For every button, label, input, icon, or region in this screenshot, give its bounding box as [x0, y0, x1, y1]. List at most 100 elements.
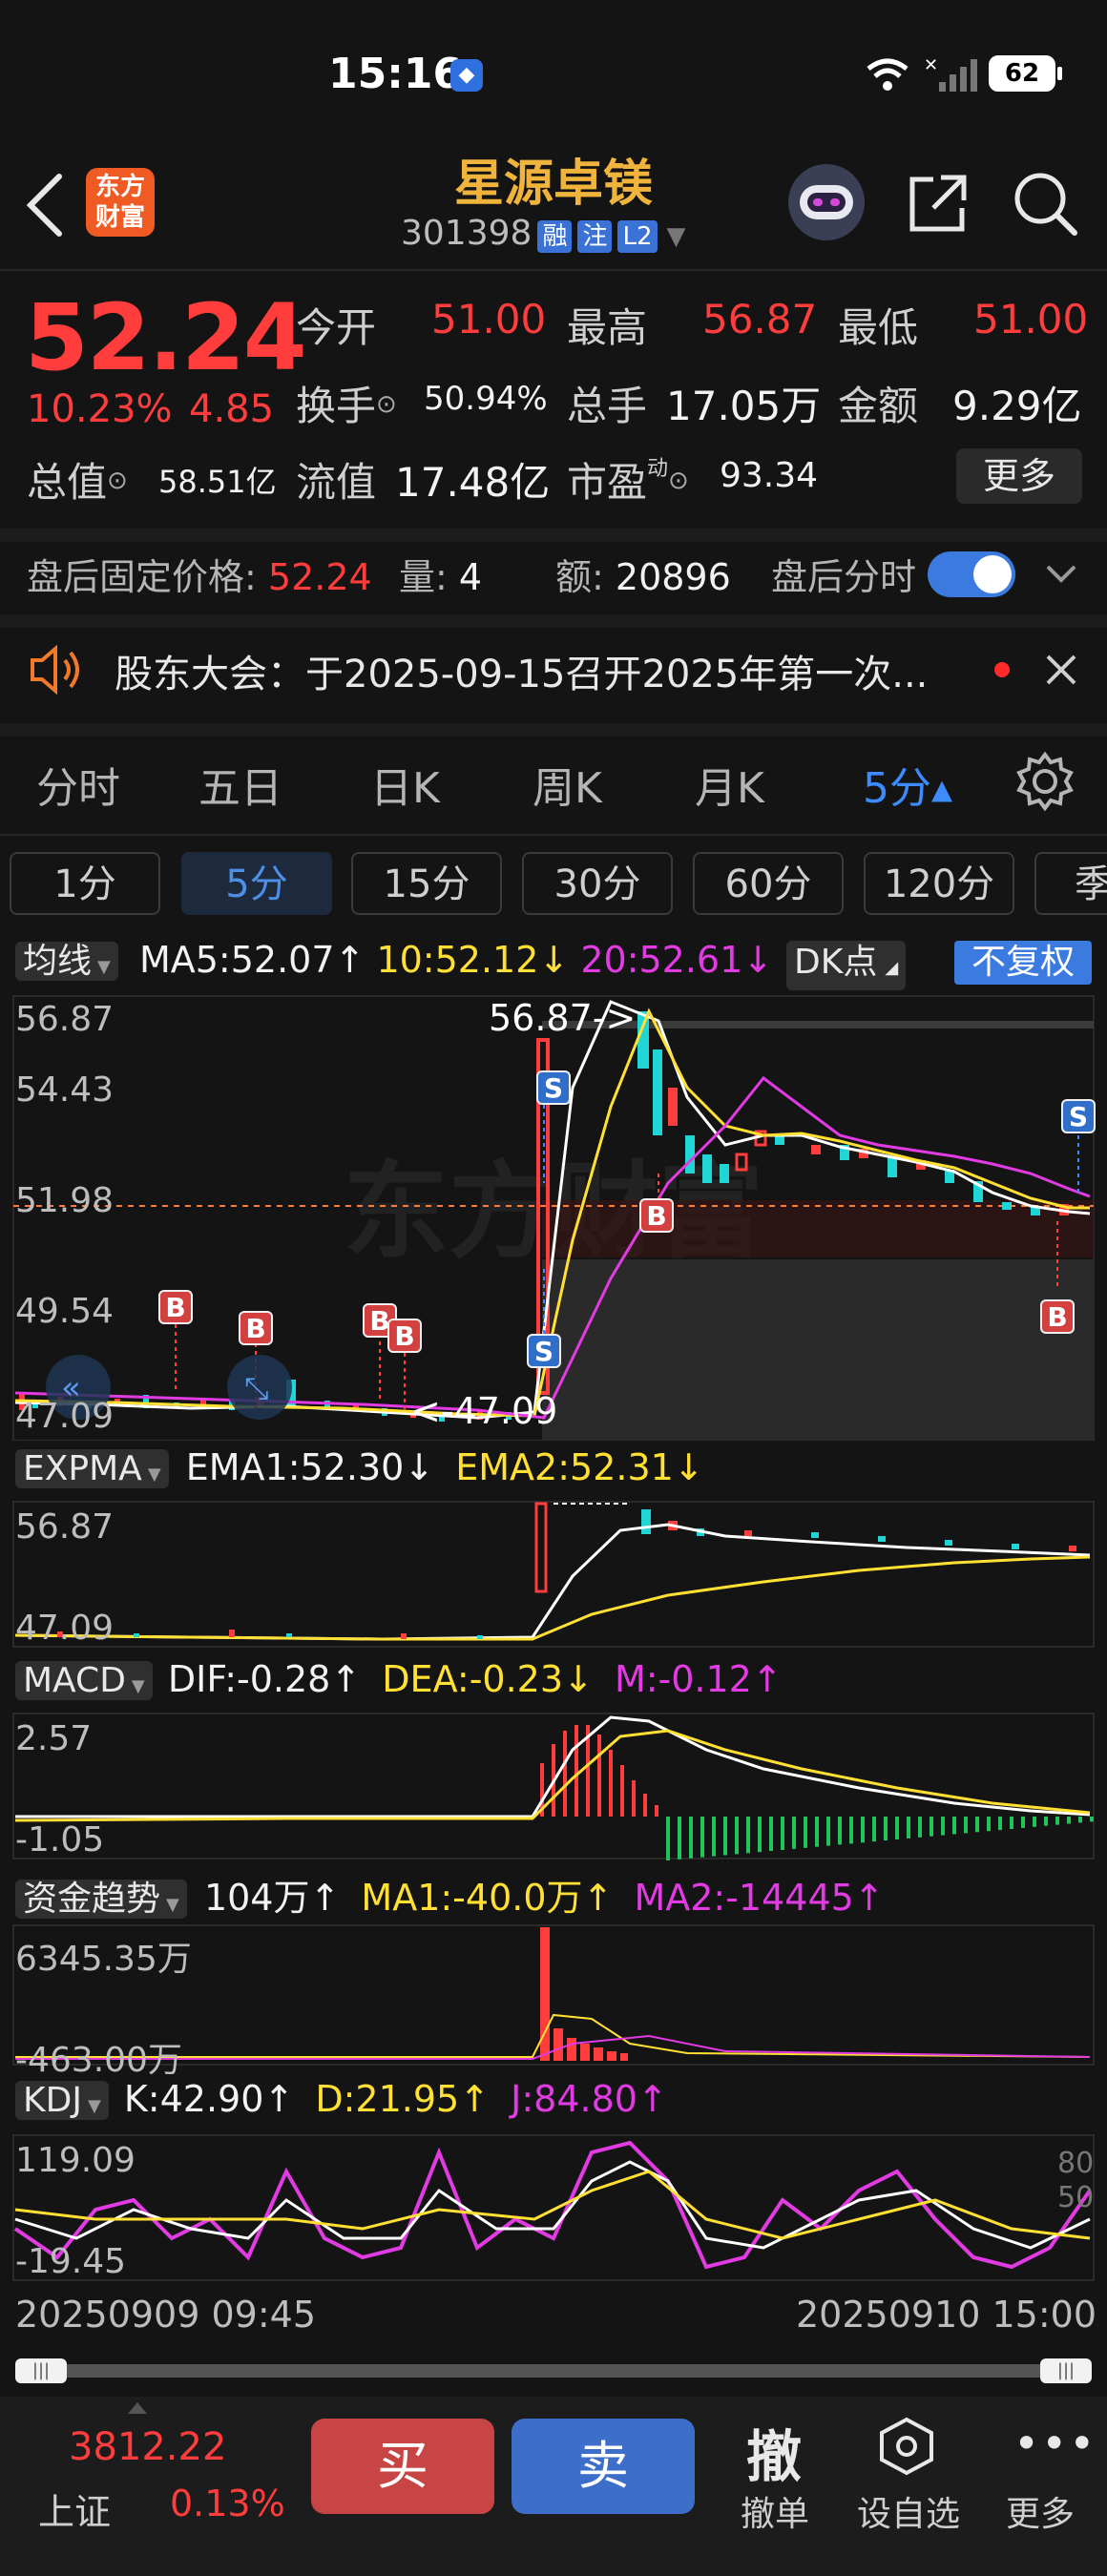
period-30min[interactable]: 30分: [522, 852, 673, 915]
main-candlestick-chart[interactable]: 东方财富: [0, 992, 1107, 1441]
wifi-icon: [867, 58, 909, 91]
dk-label: DK点: [794, 943, 878, 982]
high-label: 最高: [567, 304, 648, 351]
range-handle-right[interactable]: |||: [1040, 2358, 1092, 2383]
amount-label: 金额: [838, 383, 919, 429]
expma-indicator-bar: EXPMA ▼ EMA1:52.30↓ EMA2:52.31↓: [15, 1446, 704, 1497]
close-icon[interactable]: [1042, 651, 1080, 689]
expand-icon: ⤡: [244, 1370, 269, 1406]
mktcap-value: 58.51亿: [158, 464, 277, 500]
stock-code-row[interactable]: 301398 融注 L2 ▼: [401, 214, 686, 253]
status-bar: 15:16 ◆ ✕ 62: [0, 0, 1107, 143]
buy-marker[interactable]: B: [1040, 1299, 1075, 1334]
after-hours-price-label: 盘后固定价格:: [27, 556, 257, 598]
tab-weekly-k[interactable]: 周K: [533, 754, 602, 815]
sell-marker[interactable]: S: [536, 1070, 571, 1105]
chevron-down-icon[interactable]: [1042, 559, 1080, 588]
dk-point-selector[interactable]: DK点 ◢: [786, 941, 907, 990]
expma-selector[interactable]: EXPMA ▼: [15, 1449, 169, 1488]
mktcap-label: 总值⊙: [27, 450, 128, 509]
caret-icon: ▼: [131, 1676, 145, 1696]
add-watchlist-button[interactable]: 设自选: [857, 2486, 960, 2536]
period-1min[interactable]: 1分: [10, 852, 160, 915]
fund-ma1-value: MA1:-40.0万↑: [361, 1877, 614, 1919]
speaker-icon: [31, 644, 79, 696]
after-hours-volume: 量: 4: [399, 548, 482, 600]
high-value: 56.87: [702, 296, 818, 343]
tab-timeshare[interactable]: 分时: [36, 754, 120, 815]
range-scrollbar[interactable]: [15, 2364, 1090, 2378]
macd-indicator-bar: MACD ▼ DIF:-0.28↑ DEA:-0.23↓ M:-0.12↑: [15, 1658, 783, 1709]
fund-selector[interactable]: 资金趋势 ▼: [15, 1880, 187, 1919]
d-value: D:21.95↑: [315, 2078, 491, 2120]
robot-assistant-icon[interactable]: [788, 164, 865, 240]
tab-five-min[interactable]: 5分▴: [863, 754, 952, 815]
after-hours-row: 盘后固定价格: 52.24: [27, 548, 372, 600]
period-15min[interactable]: 15分: [351, 852, 502, 915]
buy-button[interactable]: 买: [311, 2419, 494, 2514]
period-60min[interactable]: 60分: [693, 852, 844, 915]
buy-marker[interactable]: B: [387, 1319, 422, 1353]
after-hours-amt-label: 额:: [555, 556, 604, 598]
open-value: 51.00: [431, 296, 547, 343]
period-5min[interactable]: 5分: [181, 852, 332, 915]
range-handle-left[interactable]: |||: [15, 2358, 67, 2383]
kdj-chart: [12, 2134, 1095, 2281]
stock-code: 301398: [401, 214, 533, 253]
notice-text[interactable]: 股东大会：于2025-09-15召开2025年第一次...: [115, 643, 928, 698]
fund-value: 104万↑: [203, 1877, 341, 1919]
expma-axis-tick: 47.09: [15, 1609, 115, 1648]
sell-marker[interactable]: S: [1061, 1099, 1096, 1133]
main-axis-tick: 54.43: [15, 1070, 115, 1110]
kdj-axis-tick: 119.09: [15, 2141, 136, 2180]
high-annotation: 56.87->: [489, 997, 636, 1039]
caret-icon: ▼: [166, 1895, 179, 1915]
notice-divider: [0, 723, 1107, 737]
bottom-more-button[interactable]: 更多: [1006, 2486, 1075, 2536]
buy-marker[interactable]: B: [239, 1311, 273, 1345]
fund-ma2-value: MA2:-14445↑: [634, 1877, 885, 1919]
sell-button[interactable]: 卖: [512, 2419, 695, 2514]
gear-icon[interactable]: [1013, 750, 1076, 813]
change-percent: 10.23%: [27, 387, 173, 431]
buy-marker[interactable]: B: [639, 1198, 674, 1233]
after-hours-vol: 4: [458, 556, 483, 598]
kdj-right-tick: 80: [1057, 2147, 1095, 2180]
ma20-value: 20:52.61↓: [580, 939, 774, 981]
index-value[interactable]: 3812.22: [69, 2425, 226, 2469]
tag-l2: L2: [617, 220, 658, 253]
watchlist-icon: [880, 2417, 933, 2476]
tab-five-day[interactable]: 五日: [198, 754, 282, 815]
dif-value: DIF:-0.28↑: [167, 1658, 362, 1700]
after-hours-toggle[interactable]: [928, 551, 1015, 597]
date-end: 20250910 15:00: [796, 2294, 1097, 2336]
fund-indicator-bar: 资金趋势 ▼ 104万↑ MA1:-40.0万↑ MA2:-14445↑: [15, 1868, 885, 1927]
search-icon[interactable]: [1010, 168, 1080, 239]
more-button[interactable]: 更多: [956, 448, 1082, 504]
macd-selector[interactable]: MACD ▼: [15, 1661, 153, 1700]
volume-value: 17.05万: [666, 383, 822, 429]
kdj-selector-label: KDJ: [23, 2081, 82, 2120]
period-120min[interactable]: 120分: [864, 852, 1014, 915]
buy-marker[interactable]: B: [158, 1290, 193, 1324]
tab-daily-k[interactable]: 日K: [370, 754, 440, 815]
sell-marker[interactable]: S: [527, 1334, 561, 1368]
cancel-order-button[interactable]: 撤单: [741, 2486, 809, 2536]
share-icon[interactable]: [905, 170, 971, 237]
ma-selector[interactable]: 均线 ▼: [15, 942, 118, 981]
open-label: 今开: [296, 304, 377, 351]
kdj-selector[interactable]: KDJ ▼: [15, 2081, 109, 2120]
period-season[interactable]: 季: [1034, 852, 1107, 915]
tab-monthly-k[interactable]: 月K: [695, 754, 764, 815]
info-icon: ⊙: [376, 390, 397, 419]
index-name: 上证: [38, 2491, 112, 2533]
adjust-button[interactable]: 不复权: [954, 941, 1092, 985]
ema2-line: [14, 1555, 1091, 1641]
turnover-label: 换手⊙: [296, 374, 397, 432]
after-hours-vol-label: 量:: [399, 556, 448, 598]
pe-label: 市盈动⊙: [567, 450, 689, 509]
main-axis-tick: 51.98: [15, 1181, 115, 1220]
after-hours-toggle-label: 盘后分时: [771, 556, 917, 598]
info-icon: ⊙: [668, 467, 689, 495]
kdj-right-tick: 50: [1057, 2181, 1095, 2214]
